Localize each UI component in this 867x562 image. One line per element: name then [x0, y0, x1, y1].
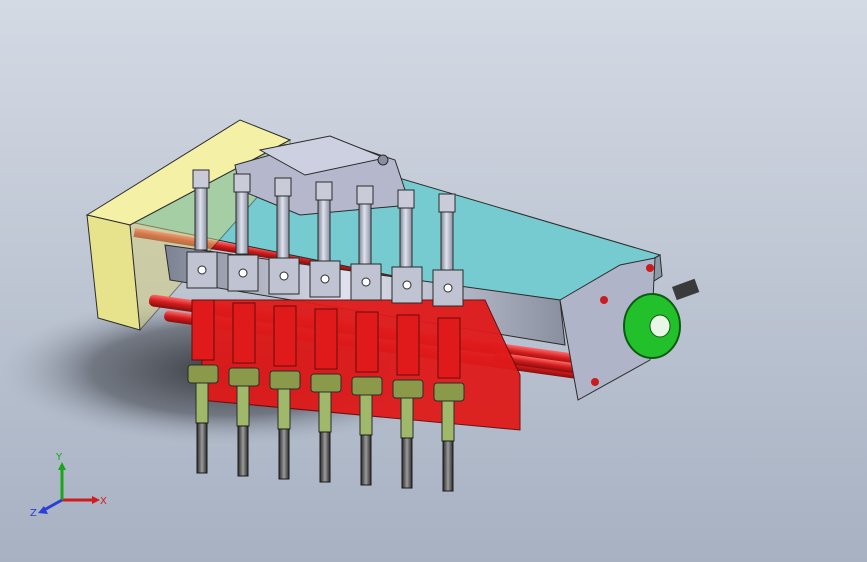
red-holder: [232, 302, 256, 364]
olive-nut: [310, 373, 342, 393]
nozzle-tip: [319, 431, 331, 483]
olive-nut: [433, 382, 465, 402]
cylinder-cap: [233, 173, 251, 193]
triad-y-label: Y: [55, 452, 63, 463]
nozzle-tip: [442, 440, 454, 492]
cylinder-rod: [317, 199, 331, 263]
cylinder-cap: [397, 189, 415, 209]
housing-screw: [377, 154, 389, 166]
nozzle-tip: [360, 434, 372, 486]
green-shaft: [236, 385, 250, 427]
cylinder-rod: [440, 211, 454, 275]
nozzle-tip: [278, 428, 290, 480]
end-plate-hole-2: [591, 378, 599, 386]
olive-nut: [392, 379, 424, 399]
green-shaft: [277, 388, 291, 430]
end-plate-hole-4: [646, 264, 654, 272]
gripper-hole: [238, 268, 248, 278]
cad-3d-view[interactable]: X Y Z: [0, 0, 867, 562]
olive-nut: [187, 364, 219, 384]
cylinder-cap: [315, 181, 333, 201]
graphics-viewport[interactable]: X Y Z: [0, 0, 867, 562]
nozzle-tip: [237, 425, 249, 477]
cylinder-cap: [274, 177, 292, 197]
olive-nut: [269, 370, 301, 390]
cylinder-rod: [399, 207, 413, 271]
triad-z-label: Z: [30, 508, 37, 519]
red-holder: [191, 299, 215, 361]
cylinder-cap: [192, 169, 210, 189]
end-plate-hole-1: [600, 296, 608, 304]
cylinder-cap: [356, 185, 374, 205]
green-shaft: [359, 394, 373, 436]
nozzle-tip: [196, 422, 208, 474]
cylinder-rod: [194, 187, 208, 251]
red-holder: [355, 311, 379, 373]
olive-nut: [351, 376, 383, 396]
gripper-hole: [197, 265, 207, 275]
green-shaft: [318, 391, 332, 433]
gripper-hole: [361, 277, 371, 287]
green-shaft: [400, 397, 414, 439]
red-holder: [314, 308, 338, 370]
red-holder: [396, 314, 420, 376]
triad-x-label: X: [100, 496, 107, 507]
cylinder-rod: [358, 203, 372, 267]
cylinder-rod: [276, 195, 290, 259]
gripper-hole: [279, 271, 289, 281]
cylinder-rod: [235, 191, 249, 255]
nozzle-tip: [401, 437, 413, 489]
red-holder: [273, 305, 297, 367]
green-shaft: [441, 400, 455, 442]
gripper-hole: [320, 274, 330, 284]
green-shaft: [195, 382, 209, 424]
red-holder: [437, 317, 461, 379]
cylinder-cap: [438, 193, 456, 213]
handwheel-hub: [649, 314, 671, 338]
gripper-hole: [443, 283, 453, 293]
gripper-hole: [402, 280, 412, 290]
olive-nut: [228, 367, 260, 387]
